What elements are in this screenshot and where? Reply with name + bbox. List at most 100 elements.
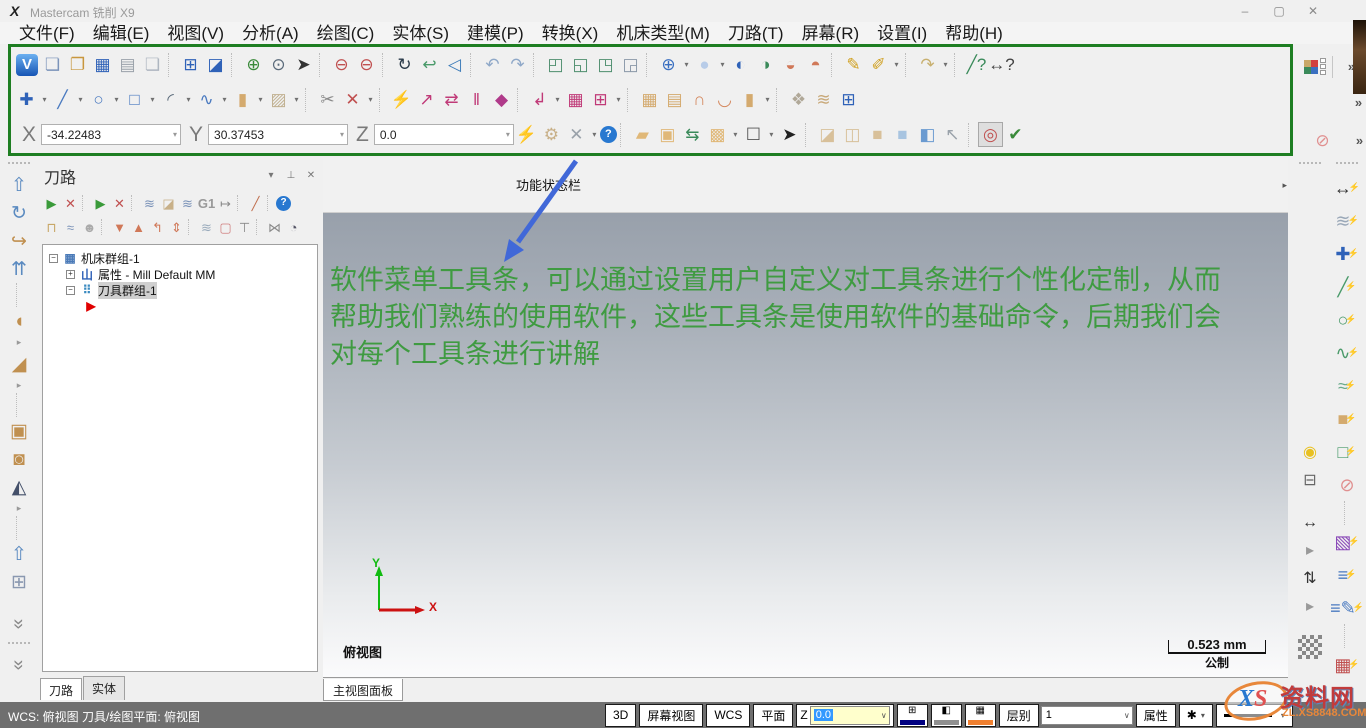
insert-above-icon[interactable]: ↰	[148, 218, 167, 237]
solid-hole-icon[interactable]: ◙	[5, 446, 33, 472]
multi-pencil-icon[interactable]: ✐	[866, 52, 891, 77]
analyze-distance-icon[interactable]: ↔?	[989, 52, 1014, 77]
status-3d-button[interactable]: 3D	[605, 704, 636, 727]
panel-help-icon[interactable]: ?	[276, 196, 291, 211]
shaded-display-icon[interactable]: ●	[692, 52, 717, 77]
wand-icon[interactable]: ╱	[246, 194, 265, 213]
solid-fillet-icon[interactable]: ◖	[5, 308, 33, 334]
solid-extrude-icon[interactable]: ⇧	[5, 172, 33, 198]
dropdown-arrow-icon[interactable]	[75, 90, 86, 110]
solid-chamfer-more-icon[interactable]: ▸	[5, 379, 33, 392]
create-cylinder-icon[interactable]: ▮	[230, 87, 255, 112]
view-front-cube-icon[interactable]: ◱	[568, 52, 593, 77]
solid-color-swatch[interactable]: ▦	[965, 704, 996, 727]
solid-sweep-icon[interactable]: ↪	[5, 228, 33, 254]
panel-dropdown-icon[interactable]: ▾	[263, 168, 279, 184]
menu-item-help[interactable]: 帮助(H)	[936, 23, 1012, 44]
status-level-button[interactable]: 层别	[999, 704, 1039, 727]
print-icon[interactable]: ▤	[115, 52, 140, 77]
close-icon[interactable]: ✕	[1304, 2, 1322, 20]
wire-cube-icon[interactable]: ⊞	[836, 87, 861, 112]
tree-expander[interactable]: −	[66, 286, 75, 295]
canvas-scroll-arrow-icon[interactable]: ▸	[1282, 180, 1287, 191]
drag-handle[interactable]	[1336, 162, 1358, 167]
create-line-icon[interactable]: ╱	[50, 87, 75, 112]
verify-solid-icon[interactable]: ◪	[159, 194, 178, 213]
dropdown-arrow-icon[interactable]	[940, 55, 951, 75]
create-rectangle-icon[interactable]: □	[122, 87, 147, 112]
quick-level-list-icon[interactable]: ≡	[1332, 561, 1362, 588]
select-arrow-icon[interactable]: ➤	[777, 122, 802, 147]
quick-dimension-icon[interactable]: ↔	[1332, 174, 1362, 201]
toolpath-waves-icon[interactable]: ≈	[61, 218, 80, 237]
ghost-icon[interactable]: ☻	[80, 218, 99, 237]
quick-circle-icon[interactable]: ○	[1332, 306, 1362, 333]
quick-spline-icon[interactable]: ∿	[1332, 339, 1362, 366]
menu-item-model[interactable]: 建模(P)	[458, 23, 533, 44]
quick-level-edit-icon[interactable]: ≡✎	[1332, 594, 1362, 621]
surface-flat-icon[interactable]: ▦	[637, 87, 662, 112]
option-boxes-icon[interactable]	[1320, 58, 1326, 75]
print-preview-icon[interactable]: ❏	[140, 52, 165, 77]
quick-point-icon[interactable]: ✚	[1332, 240, 1362, 267]
level-color-swatch[interactable]: ◧	[931, 704, 962, 727]
wireframe-display-icon[interactable]: ⊕	[656, 52, 681, 77]
status-screen-view-button[interactable]: 屏幕视图	[639, 704, 703, 727]
select-solid-body-icon[interactable]: ■	[865, 122, 890, 147]
panel-close-icon[interactable]: ✕	[303, 168, 319, 184]
solid-trim-icon[interactable]: ◭	[5, 474, 33, 500]
xform-copy-icon[interactable]: ↗	[414, 87, 439, 112]
surface-sweep-icon[interactable]: ◡	[712, 87, 737, 112]
previous-view-icon[interactable]: ↩	[417, 52, 442, 77]
autocursor-config-icon[interactable]: ⚙	[539, 122, 564, 147]
trim-break-icon[interactable]: ✂	[315, 87, 340, 112]
move-down-icon[interactable]: ▼	[110, 218, 129, 237]
select-last-icon[interactable]: ↖	[940, 122, 965, 147]
status-z-input[interactable]: 0.0 ∨	[810, 706, 890, 725]
unzoom-80-icon[interactable]: ⊖	[354, 52, 379, 77]
dropdown-arrow-icon[interactable]	[717, 55, 728, 75]
tree-expander[interactable]: −	[49, 254, 58, 263]
x-coordinate-input[interactable]: -34.22483▾	[41, 124, 181, 145]
dropdown-arrow-icon[interactable]	[111, 90, 122, 110]
repaint-icon[interactable]: ◪	[203, 52, 228, 77]
dropdown-arrow-icon[interactable]	[39, 90, 50, 110]
dimension-vertical-icon[interactable]: ⇅	[1298, 567, 1322, 591]
status-plane-button[interactable]: 平面	[753, 704, 793, 727]
quick-surface-curve-icon[interactable]: ≈	[1332, 372, 1362, 399]
drag-handle[interactable]	[1299, 162, 1321, 167]
menu-item-analyze[interactable]: 分析(A)	[233, 23, 308, 44]
tree-expander[interactable]: +	[66, 270, 75, 279]
quick-solid-icon[interactable]: ■	[1332, 405, 1362, 432]
g1-code-icon[interactable]: G1	[197, 194, 216, 213]
select-window-icon[interactable]: ▣	[655, 122, 680, 147]
redo-icon[interactable]: ↷	[505, 52, 530, 77]
leftbar-more-2-icon[interactable]: »	[6, 651, 32, 679]
dynamic-rotate-icon[interactable]: ↻	[392, 52, 417, 77]
surface-offset-icon[interactable]: ❖	[786, 87, 811, 112]
dimension-more-2-icon[interactable]: ▸	[1298, 595, 1322, 619]
panel-pin-icon[interactable]: ⊥	[283, 168, 299, 184]
select-all-x-icon[interactable]: ✕	[61, 194, 80, 213]
analyze-entity-icon[interactable]: ╱?	[964, 52, 989, 77]
tree-item[interactable]: ▶	[43, 298, 317, 314]
dropdown-arrow-icon[interactable]	[255, 90, 266, 110]
solid-chamfer-icon[interactable]: ◢	[5, 351, 33, 377]
window-shift-icon[interactable]: ⊞	[588, 87, 613, 112]
gview-target-icon[interactable]: ◎	[978, 122, 1003, 147]
create-point-icon[interactable]: ✚	[14, 87, 39, 112]
y-coordinate-input[interactable]: 30.37453▾	[208, 124, 348, 145]
move-up-icon[interactable]: ▲	[129, 218, 148, 237]
quick-colors-icon[interactable]	[1304, 60, 1318, 74]
surface-revolve-icon[interactable]: ∩	[687, 87, 712, 112]
fillet-chains-icon[interactable]: ↲	[527, 87, 552, 112]
zoom-window-icon[interactable]: ⊕	[241, 52, 266, 77]
quick-surface-icon[interactable]: ≋	[1332, 207, 1362, 234]
status-wcs-button[interactable]: WCS	[706, 704, 750, 727]
named-view-icon[interactable]: ◁	[442, 52, 467, 77]
tree-item[interactable]: −▦机床群组-1	[43, 250, 317, 266]
fit-screen-icon[interactable]: ⊞	[178, 52, 203, 77]
select-verify-solid-icon[interactable]: ◪	[815, 122, 840, 147]
menu-item-screen[interactable]: 屏幕(R)	[793, 23, 869, 44]
minimize-icon[interactable]: –	[1236, 2, 1254, 20]
